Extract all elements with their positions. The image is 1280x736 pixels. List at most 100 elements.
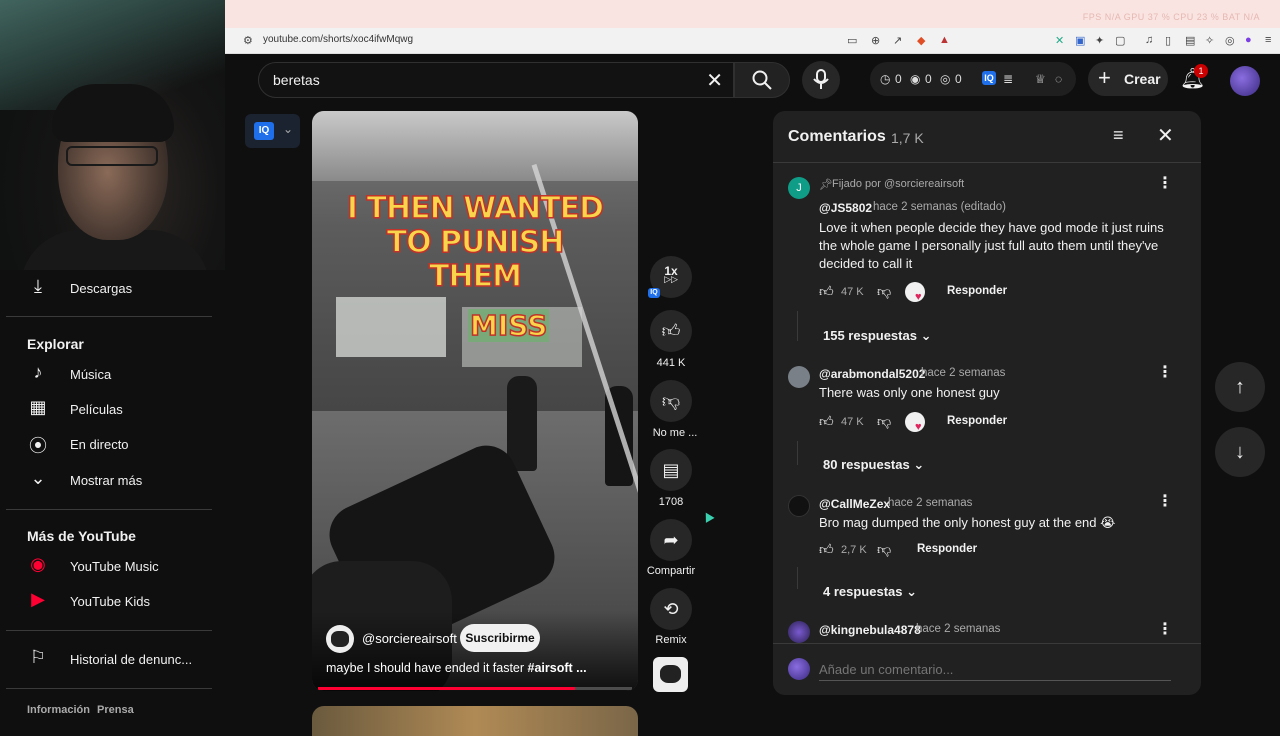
- previous-short-button[interactable]: ↑: [1215, 362, 1265, 412]
- iq-extension-chip[interactable]: IQ ⌄: [245, 114, 300, 148]
- video-title[interactable]: maybe I should have ended it faster #air…: [326, 661, 587, 675]
- extension-toolbar[interactable]: ◷ 0 ◉ 0 ◎ 0 IQ ≣ ♕ ◌: [870, 62, 1076, 96]
- eye-off-icon[interactable]: ◎: [940, 72, 950, 86]
- chevron-down-icon: ⌄: [283, 122, 294, 136]
- dislike-icon[interactable]: 👎︎: [877, 541, 891, 558]
- chat-bubble-icon[interactable]: ◌: [1055, 72, 1062, 86]
- cast-icon[interactable]: ▭: [847, 34, 857, 47]
- comment-author[interactable]: @JS5802: [819, 201, 872, 215]
- comment-time[interactable]: hace 2 semanas (editado): [873, 201, 1006, 213]
- dislike-icon[interactable]: 👎︎: [877, 283, 891, 300]
- footer-link-prensa[interactable]: Prensa: [97, 704, 134, 716]
- more-options-icon[interactable]: ⋮: [1157, 173, 1173, 193]
- screenshot-icon[interactable]: ▢: [1115, 34, 1125, 47]
- leo-icon[interactable]: ✧: [1205, 34, 1214, 47]
- next-short-button[interactable]: ↓: [1215, 427, 1265, 477]
- comment-author[interactable]: @CallMeZex: [819, 497, 890, 511]
- sound-thumbnail[interactable]: [653, 657, 688, 692]
- brave-shield-icon[interactable]: ◆: [917, 34, 925, 47]
- vpn-icon[interactable]: ◎: [1225, 34, 1235, 47]
- current-user-avatar: [788, 658, 810, 680]
- zoom-icon[interactable]: ⊕: [871, 34, 880, 47]
- account-avatar[interactable]: [1230, 66, 1260, 96]
- view-replies-button[interactable]: 155 respuestas ⌄: [823, 328, 931, 344]
- comment-author[interactable]: @arabmondal5202: [819, 367, 925, 381]
- translate-icon[interactable]: ▣: [1075, 34, 1085, 47]
- like-icon[interactable]: 👍︎: [819, 541, 834, 558]
- search-query[interactable]: beretas: [273, 72, 320, 88]
- sidebar-item-youtube-music[interactable]: ◉ YouTube Music: [6, 550, 212, 582]
- comment-time[interactable]: hace 2 semanas: [916, 623, 1000, 635]
- list-icon[interactable]: ≣: [1003, 72, 1013, 86]
- search-button[interactable]: [734, 62, 790, 98]
- channel-name[interactable]: @sorciereairsoft: [362, 631, 457, 646]
- dislike-icon[interactable]: 👎︎: [877, 413, 891, 430]
- like-icon[interactable]: 👍︎: [819, 413, 834, 430]
- comment-author[interactable]: @kingnebula4878: [819, 623, 921, 637]
- sidebar-item-peliculas[interactable]: ▦ Películas: [6, 393, 212, 425]
- iq-logo-icon[interactable]: IQ: [982, 71, 996, 85]
- sidebar-item-youtube-kids[interactable]: ▶ YouTube Kids: [6, 585, 212, 617]
- sidebar-toggle-icon[interactable]: ▯: [1165, 34, 1171, 47]
- view-replies-button[interactable]: 4 respuestas ⌄: [823, 584, 917, 600]
- profile-icon[interactable]: ●: [1245, 34, 1252, 46]
- sidebar-item-mostrar-mas[interactable]: ⌄ Mostrar más: [6, 464, 212, 496]
- puzzle-icon[interactable]: ✦: [1095, 34, 1104, 47]
- menu-icon[interactable]: ≡: [1265, 34, 1271, 46]
- comment-time[interactable]: hace 2 semanas: [888, 497, 972, 509]
- commenter-avatar[interactable]: [788, 366, 810, 388]
- comments-button[interactable]: ▤: [650, 449, 692, 491]
- sidebar-item-report-history[interactable]: ⚐ Historial de denunc...: [6, 643, 212, 675]
- iq-logo-icon[interactable]: IQ: [648, 288, 660, 298]
- hashtag-link[interactable]: #airsoft ...: [528, 661, 587, 675]
- next-short-preview[interactable]: [312, 706, 638, 736]
- search-input[interactable]: beretas ✕: [258, 62, 734, 98]
- like-button[interactable]: 👍︎: [650, 310, 692, 352]
- browser-title-bar: FPS N/A GPU 37 % CPU 23 % BAT N/A: [225, 0, 1280, 28]
- sidebar-item-descargas[interactable]: ⤓ Descargas: [6, 272, 212, 304]
- close-icon[interactable]: ✕: [1157, 123, 1174, 148]
- reply-button[interactable]: Responder: [947, 415, 1007, 427]
- notifications-button[interactable]: 🔔︎ 1: [1180, 64, 1208, 91]
- chevron-down-icon: ⌄: [913, 457, 925, 472]
- more-options-icon[interactable]: ⋮: [1157, 491, 1173, 511]
- url-text[interactable]: youtube.com/shorts/xoc4ifwMqwg: [263, 34, 413, 45]
- footer-link-informacion[interactable]: Información: [27, 704, 90, 716]
- sidebar-item-en-directo[interactable]: ⦿ En directo: [6, 428, 212, 460]
- browser-address-bar[interactable]: ⚙ youtube.com/shorts/xoc4ifwMqwg ▭ ⊕ ↗ ◆…: [225, 28, 1280, 54]
- microphone-icon: [813, 69, 829, 89]
- media-icon[interactable]: ♫: [1145, 34, 1153, 46]
- comment-time[interactable]: hace 2 semanas: [921, 367, 1005, 379]
- remix-button[interactable]: ⟲: [650, 588, 692, 630]
- more-options-icon[interactable]: ⋮: [1157, 619, 1173, 639]
- add-comment-input[interactable]: [819, 659, 1171, 681]
- shorts-video-player[interactable]: I THEN WANTED TO PUNISH THEM MISS @sorci…: [312, 111, 638, 691]
- clear-search-icon[interactable]: ✕: [706, 68, 723, 93]
- trophy-icon[interactable]: ♕: [1035, 72, 1046, 86]
- like-icon[interactable]: 👍︎: [819, 283, 834, 300]
- channel-avatar[interactable]: [326, 625, 354, 653]
- create-button[interactable]: + Crear: [1088, 62, 1168, 96]
- subscribe-button[interactable]: Suscribirme: [460, 624, 540, 652]
- reply-button[interactable]: Responder: [917, 543, 977, 555]
- extension-icon[interactable]: ✕: [1055, 34, 1064, 47]
- commenter-avatar[interactable]: J: [788, 177, 810, 199]
- sidebar-item-musica[interactable]: ♪ Música: [6, 358, 212, 390]
- share-page-icon[interactable]: ↗: [893, 34, 902, 47]
- more-options-icon[interactable]: ⋮: [1157, 362, 1173, 382]
- voice-search-button[interactable]: [802, 61, 840, 99]
- clock-icon[interactable]: ◷: [880, 72, 890, 86]
- brave-rewards-icon[interactable]: ▲: [939, 34, 950, 46]
- commenter-avatar[interactable]: [788, 621, 810, 643]
- dislike-button[interactable]: 👎︎: [650, 380, 692, 422]
- sort-icon[interactable]: ≡: [1113, 125, 1124, 146]
- reply-button[interactable]: Responder: [947, 285, 1007, 297]
- video-caption-miss: MISS: [468, 308, 550, 343]
- eye-icon[interactable]: ◉: [910, 72, 920, 86]
- commenter-avatar[interactable]: [788, 495, 810, 517]
- video-progress-bar[interactable]: [318, 687, 632, 690]
- share-button[interactable]: ➦: [650, 519, 692, 561]
- view-replies-button[interactable]: 80 respuestas ⌄: [823, 457, 924, 473]
- site-settings-icon[interactable]: ⚙: [243, 34, 253, 47]
- wallet-icon[interactable]: ▤: [1185, 34, 1195, 47]
